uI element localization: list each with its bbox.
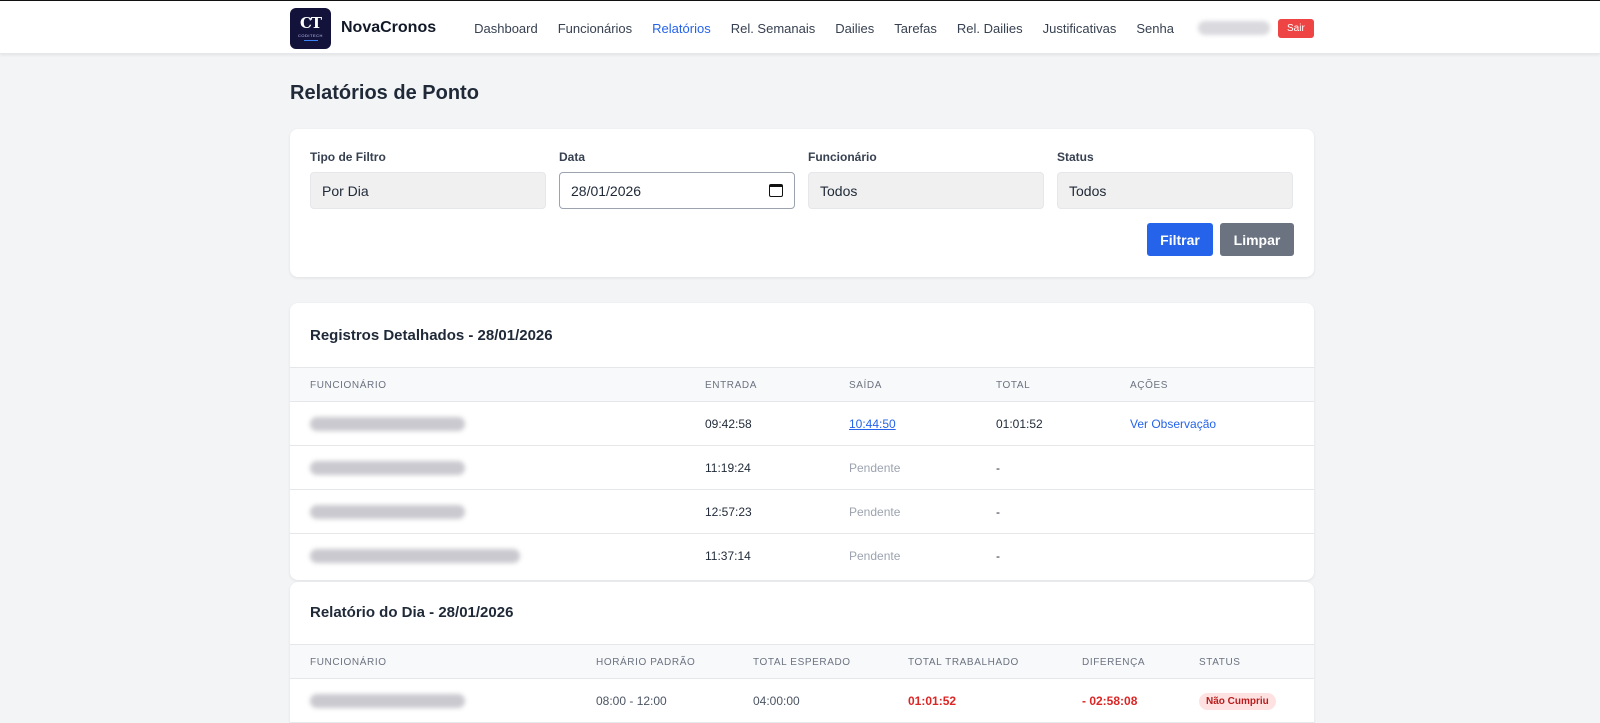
employee-name-redacted xyxy=(310,417,465,431)
daily-report-title: Relatório do Dia - 28/01/2026 xyxy=(310,604,514,621)
logo-mark: CT xyxy=(299,14,322,32)
status-badge: Não Cumpriu xyxy=(1199,693,1276,710)
col-diferenca: Diferença xyxy=(1082,657,1146,668)
total-cell: - xyxy=(996,461,1000,475)
col-status: Status xyxy=(1199,657,1241,668)
nav-link-relatorios[interactable]: Relatórios xyxy=(652,21,711,36)
employee-field: Funcionário Todos xyxy=(808,150,1044,209)
col-funcionario: Funcionário xyxy=(310,380,387,391)
top-navbar: CT CODITECH NovaCronos Dashboard Funcion… xyxy=(0,0,1600,54)
date-field: Data 28/01/2026 xyxy=(559,150,795,209)
esperado-cell: 04:00:00 xyxy=(753,694,800,708)
logo-line xyxy=(303,40,318,41)
daily-report-card: Relatório do Dia - 28/01/2026 Funcionári… xyxy=(290,582,1314,723)
employee-value: Todos xyxy=(820,182,858,199)
status-value: Todos xyxy=(1069,182,1107,199)
employee-label: Funcionário xyxy=(808,150,877,164)
nav-links: Dashboard Funcionários Relatórios Rel. S… xyxy=(474,21,1194,36)
employee-name-redacted xyxy=(310,461,465,475)
nav-link-tarefas[interactable]: Tarefas xyxy=(894,21,937,36)
entrada-cell: 09:42:58 xyxy=(705,417,752,431)
table-row: 11:19:24 Pendente - xyxy=(290,446,1314,490)
entrada-cell: 11:19:24 xyxy=(705,461,751,475)
nav-link-funcionarios[interactable]: Funcionários xyxy=(558,21,632,36)
filter-type-field: Tipo de Filtro Por Dia xyxy=(310,150,546,209)
employee-name-redacted xyxy=(310,694,465,708)
table-row: 12:57:23 Pendente - xyxy=(290,490,1314,534)
saida-pending: Pendente xyxy=(849,505,901,519)
daily-table-header: Funcionário Horário Padrão Total Esperad… xyxy=(290,644,1314,679)
col-entrada: Entrada xyxy=(705,380,757,391)
filter-button[interactable]: Filtrar xyxy=(1147,223,1213,256)
col-acoes: Ações xyxy=(1130,380,1169,391)
status-field: Status Todos xyxy=(1057,150,1293,209)
date-input[interactable]: 28/01/2026 xyxy=(559,172,795,209)
table-row: 11:37:14 Pendente - xyxy=(290,534,1314,578)
col-horario-padrao: Horário Padrão xyxy=(596,657,696,668)
nav-link-senha[interactable]: Senha xyxy=(1136,21,1174,36)
detailed-records-title: Registros Detalhados - 28/01/2026 xyxy=(310,327,553,344)
col-total: Total xyxy=(996,380,1031,391)
employee-name-redacted xyxy=(310,505,465,519)
nav-link-rel-semanais[interactable]: Rel. Semanais xyxy=(731,21,816,36)
clear-button[interactable]: Limpar xyxy=(1220,223,1294,256)
trabalhado-cell: 01:01:52 xyxy=(908,694,957,708)
logo-sub: CODITECH xyxy=(298,33,323,38)
nav-link-rel-dailies[interactable]: Rel. Dailies xyxy=(957,21,1023,36)
page-title: Relatórios de Ponto xyxy=(290,82,479,104)
saida-pending: Pendente xyxy=(849,549,901,563)
horario-cell: 08:00 - 12:00 xyxy=(596,694,667,708)
col-saida: Saída xyxy=(849,380,883,391)
status-select[interactable]: Todos xyxy=(1057,172,1293,209)
view-observation-link[interactable]: Ver Observação xyxy=(1130,417,1216,431)
total-cell: 01:01:52 xyxy=(996,417,1043,431)
entrada-cell: 12:57:23 xyxy=(705,505,752,519)
brand-name[interactable]: NovaCronos xyxy=(341,19,436,37)
table-row: 09:42:58 10:44:50 01:01:52 Ver Observaçã… xyxy=(290,402,1314,446)
filter-panel: Tipo de Filtro Por Dia Data 28/01/2026 F… xyxy=(290,129,1314,277)
nav-link-dashboard[interactable]: Dashboard xyxy=(474,21,538,36)
status-label: Status xyxy=(1057,150,1094,164)
diferenca-cell: - 02:58:08 xyxy=(1082,694,1138,708)
col-total-esperado: Total Esperado xyxy=(753,657,851,668)
filter-type-label: Tipo de Filtro xyxy=(310,150,386,164)
filter-type-value: Por Dia xyxy=(322,182,369,199)
total-cell: - xyxy=(996,505,1000,519)
entrada-cell: 11:37:14 xyxy=(705,549,751,563)
logout-button[interactable]: Sair xyxy=(1278,19,1314,38)
total-cell: - xyxy=(996,549,1000,563)
saida-pending: Pendente xyxy=(849,461,901,475)
date-label: Data xyxy=(559,150,586,164)
col-total-trabalhado: Total Trabalhado xyxy=(908,657,1019,668)
calendar-icon[interactable] xyxy=(769,184,783,197)
col-funcionario: Funcionário xyxy=(310,657,387,668)
saida-link[interactable]: 10:44:50 xyxy=(849,417,896,431)
date-value: 28/01/2026 xyxy=(571,182,642,199)
user-name-redacted xyxy=(1198,21,1270,35)
nav-link-dailies[interactable]: Dailies xyxy=(835,21,874,36)
filter-type-select[interactable]: Por Dia xyxy=(310,172,546,209)
nav-link-justificativas[interactable]: Justificativas xyxy=(1043,21,1117,36)
employee-select[interactable]: Todos xyxy=(808,172,1044,209)
detailed-records-card: Registros Detalhados - 28/01/2026 Funcio… xyxy=(290,303,1314,580)
detailed-table-header: Funcionário Entrada Saída Total Ações xyxy=(290,367,1314,402)
app-logo[interactable]: CT CODITECH xyxy=(290,7,331,49)
table-row: 08:00 - 12:00 04:00:00 01:01:52 - 02:58:… xyxy=(290,679,1314,723)
employee-name-redacted xyxy=(310,549,520,563)
